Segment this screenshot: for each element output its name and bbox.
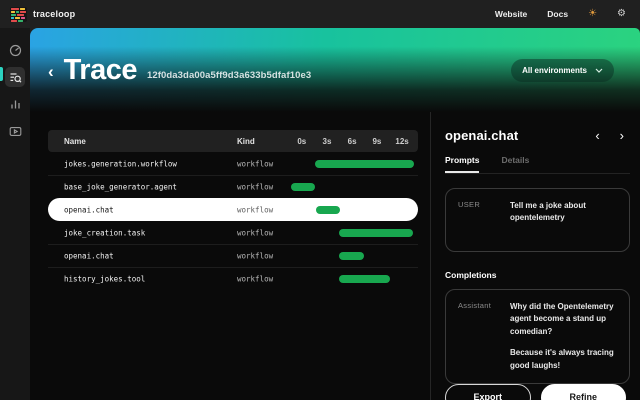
span-row[interactable]: history_jokes.tool workflow — [48, 267, 418, 290]
traceloop-brand[interactable]: traceloop — [10, 7, 75, 22]
trace-id: 12f0da3da00a5ff9d3a633b5dfaf10e3 — [147, 70, 311, 81]
prev-span-button[interactable]: ‹ — [595, 129, 599, 142]
span-row[interactable]: joke_creation.task workflow — [48, 221, 418, 244]
span-row[interactable]: openai.chat workflow — [48, 198, 418, 221]
refine-button[interactable]: Refine — [541, 384, 627, 400]
span-name: history_jokes.tool — [64, 275, 145, 284]
sidebar-item-traces[interactable] — [5, 67, 25, 87]
panel-actions: Export Refine — [445, 384, 630, 400]
time-tick: 12s — [395, 137, 408, 146]
message-card: Assistant Why did the Opentelemetry agen… — [445, 289, 630, 384]
environment-dropdown-label: All environments — [522, 66, 587, 75]
nav-docs-link[interactable]: Docs — [547, 9, 568, 19]
span-duration-bar — [291, 183, 315, 191]
panel-tabs: Prompts Details — [445, 155, 630, 174]
span-duration-bar — [316, 206, 340, 214]
message-text: Why did the Opentelemetry agent become a… — [510, 301, 617, 372]
span-name: joke_creation.task — [64, 228, 145, 237]
span-title: openai.chat — [445, 128, 518, 143]
column-header-kind: Kind — [237, 137, 255, 146]
tab-prompts[interactable]: Prompts — [445, 155, 479, 173]
sidebar — [0, 28, 30, 400]
time-tick: 3s — [323, 137, 332, 146]
sidebar-active-indicator — [0, 67, 3, 81]
time-tick: 6s — [348, 137, 357, 146]
trace-search-icon — [9, 71, 22, 84]
message-text: Tell me a joke about opentelemetry — [510, 200, 617, 240]
prompts-list: USER Tell me a joke about opentelemetry — [445, 188, 630, 252]
span-table: Name Kind 0s 3s 6s 9s 12s jokes.generation.w… — [48, 130, 418, 400]
bar-chart-icon — [9, 98, 22, 111]
span-kind: workflow — [237, 159, 273, 168]
span-kind: workflow — [237, 183, 273, 192]
span-row[interactable]: base_joke_generator.agent workflow — [48, 175, 418, 198]
span-duration-bar — [339, 275, 390, 283]
nav-website-link[interactable]: Website — [495, 9, 527, 19]
theme-sun-icon[interactable]: ☀ — [588, 9, 597, 19]
page-title: Trace — [64, 54, 137, 87]
back-button[interactable]: ‹ — [44, 61, 58, 82]
span-detail-panel: openai.chat ‹ › Prompts Details USER Tel… — [430, 112, 640, 400]
environment-dropdown[interactable]: All environments — [511, 59, 614, 82]
settings-gear-icon[interactable]: ⚙ — [617, 9, 626, 19]
span-rows: jokes.generation.workflow workflow base_… — [48, 152, 418, 290]
time-tick: 9s — [372, 137, 381, 146]
traceloop-logo-icon — [10, 7, 27, 22]
gauge-icon — [9, 44, 22, 57]
next-span-button[interactable]: › — [620, 129, 624, 142]
time-tick: 0s — [297, 137, 306, 146]
message-role: USER — [458, 200, 510, 240]
topbar: traceloop Website Docs ☀ ⚙ — [0, 0, 640, 28]
span-kind: workflow — [237, 205, 273, 214]
span-name: openai.chat — [64, 205, 114, 214]
completions-list: Assistant Why did the Opentelemetry agen… — [445, 289, 630, 384]
span-kind: workflow — [237, 228, 273, 237]
column-header-name: Name — [64, 137, 86, 146]
sidebar-item-dashboard[interactable] — [5, 40, 25, 60]
sidebar-item-replays[interactable] — [5, 121, 25, 141]
trace-header: ‹ Trace 12f0da3da00a5ff9d3a633b5dfaf10e3… — [30, 28, 640, 112]
tab-details[interactable]: Details — [501, 155, 529, 173]
span-table-header: Name Kind 0s 3s 6s 9s 12s — [48, 130, 418, 152]
message-role: Assistant — [458, 301, 510, 372]
span-kind: workflow — [237, 252, 273, 261]
span-name: openai.chat — [64, 252, 114, 261]
span-name: base_joke_generator.agent — [64, 183, 177, 192]
topbar-nav: Website Docs ☀ ⚙ — [495, 9, 626, 19]
span-duration-bar — [339, 252, 364, 260]
completions-heading: Completions — [445, 270, 630, 280]
span-kind: workflow — [237, 275, 273, 284]
sidebar-item-analytics[interactable] — [5, 94, 25, 114]
brand-name: traceloop — [33, 9, 75, 19]
chevron-down-icon — [595, 68, 603, 73]
span-duration-bar — [315, 160, 414, 168]
span-name: jokes.generation.workflow — [64, 159, 177, 168]
main-content: ‹ Trace 12f0da3da00a5ff9d3a633b5dfaf10e3… — [30, 28, 640, 400]
span-row[interactable]: openai.chat workflow — [48, 244, 418, 267]
span-row[interactable]: jokes.generation.workflow workflow — [48, 152, 418, 175]
export-button[interactable]: Export — [445, 384, 531, 400]
replay-icon — [9, 125, 22, 138]
span-duration-bar — [339, 229, 413, 237]
app-window: traceloop Website Docs ☀ ⚙ — [0, 0, 640, 400]
message-card: USER Tell me a joke about opentelemetry — [445, 188, 630, 252]
